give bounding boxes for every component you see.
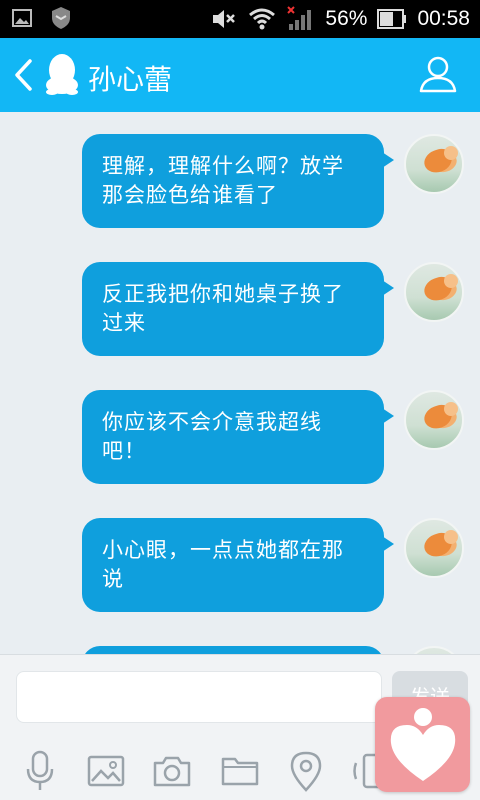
floating-heart-badge[interactable] — [375, 697, 470, 792]
message-row: 理解，理解什么啊？放学那会脸色给谁看了 — [0, 134, 480, 234]
user-avatar[interactable] — [404, 134, 464, 194]
message-text: 你应该不会介意我超线吧！ — [102, 410, 322, 463]
message-row: 你应该不会介意我超线吧！ — [0, 390, 480, 490]
shield-icon — [52, 7, 70, 29]
user-avatar[interactable] — [404, 646, 464, 654]
location-pin-icon[interactable] — [284, 749, 328, 793]
message-bubble[interactable]: 理解，理解什么啊？放学那会脸色给谁看了 — [82, 134, 394, 228]
message-row: 反正我把你和她桌子换了过来 — [0, 262, 480, 362]
message-list[interactable]: 理解，理解什么啊？放学那会脸色给谁看了 反正我把你和她桌子换了过来 你应该不会介… — [0, 112, 480, 654]
contact-name: 孙心蕾 — [88, 63, 173, 96]
message-text: 小心眼，一点点她都在那说 — [102, 538, 344, 591]
message-row: 小心眼，一点点她都在那说 — [0, 518, 480, 618]
message-text: 反正我把你和她桌子换了过来 — [102, 282, 344, 335]
status-bar: 56% 00:58 — [0, 0, 480, 38]
heart-person-icon — [390, 708, 456, 781]
chat-header: 孙心蕾 — [0, 38, 480, 112]
clock-time: 00:58 — [417, 7, 470, 30]
message-row-partial — [0, 646, 480, 654]
back-arrow-icon[interactable] — [10, 58, 36, 92]
qq-penguin-icon — [46, 54, 78, 95]
profile-icon[interactable] — [418, 54, 458, 94]
user-avatar[interactable] — [404, 390, 464, 450]
message-bubble[interactable]: 反正我把你和她桌子换了过来 — [82, 262, 394, 356]
message-text: 理解，理解什么啊？放学那会脸色给谁看了 — [102, 154, 344, 207]
battery-percent: 56% — [325, 7, 368, 30]
image-icon[interactable] — [84, 749, 128, 793]
folder-icon[interactable] — [218, 749, 262, 793]
message-bubble[interactable]: 你应该不会介意我超线吧！ — [82, 390, 394, 484]
wifi-icon — [249, 8, 276, 30]
user-avatar[interactable] — [404, 518, 464, 578]
message-bubble[interactable] — [82, 646, 384, 654]
message-bubble[interactable]: 小心眼，一点点她都在那说 — [82, 518, 394, 612]
gallery-icon — [12, 9, 32, 27]
battery-icon — [377, 9, 407, 29]
mute-icon — [213, 10, 236, 28]
camera-icon[interactable] — [150, 749, 194, 793]
message-input[interactable] — [16, 671, 382, 723]
user-avatar[interactable] — [404, 262, 464, 322]
signal-icon — [287, 6, 312, 30]
microphone-icon[interactable] — [18, 749, 62, 793]
